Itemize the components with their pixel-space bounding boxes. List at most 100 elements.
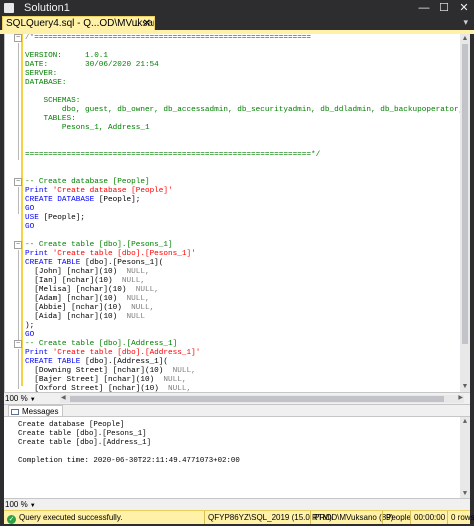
code-token: [Ian] [nchar]( (25, 277, 99, 285)
editor-zoom-select[interactable]: 100 % ▼ (5, 394, 36, 403)
code-token: [dbo].[Pesons_1]( (84, 259, 164, 267)
code-token: [Abbie] [nchar]( (25, 304, 109, 312)
code-token: [Oxford Street] [nchar]( (25, 385, 145, 392)
fold-toggle-icon[interactable]: − (14, 241, 22, 249)
fold-guide (18, 349, 19, 389)
document-tab-strip: SQLQuery4.sql - Q...OD\MVuksano (89))* ⊥… (0, 16, 474, 30)
row-count: 0 rows (447, 511, 474, 524)
code-line[interactable]: [Abbie] [nchar](10) NULL, (25, 304, 154, 313)
code-line[interactable]: dbo, guest, db_owner, db_accessadmin, db… (25, 106, 461, 115)
code-token: /* (25, 34, 35, 42)
code-token: ) (112, 313, 127, 321)
code-token: CREATE TABLE (25, 259, 85, 267)
fold-guide (18, 43, 19, 160)
code-token: NULL, (126, 268, 150, 276)
code-line[interactable]: [Ian] [nchar](10) NULL, (25, 277, 145, 286)
code-token: ) (154, 385, 169, 392)
code-token: ========================================… (34, 34, 312, 42)
code-line[interactable]: Pesons_1, Address_1 (25, 124, 150, 133)
code-line[interactable]: DATABASE: (25, 79, 67, 88)
code-token: ) (149, 376, 164, 384)
code-line[interactable]: /*======================================… (25, 34, 311, 43)
code-line[interactable]: [Bajer Street] [nchar](10) NULL, (25, 376, 186, 385)
query-status-bar: ✓ Query executed successfully. QFYP86YZ\S… (4, 510, 474, 524)
code-line[interactable]: CREATE TABLE [dbo].[Address_1]( (25, 358, 168, 367)
code-token: NULL, (168, 385, 192, 392)
code-token: SCHEMAS: (25, 97, 81, 105)
scroll-left-icon[interactable]: ◀ (61, 394, 66, 401)
code-token: ) (108, 277, 122, 285)
code-line[interactable]: ); (25, 322, 34, 331)
editor-gutter: − − − − (5, 34, 23, 392)
scroll-right-icon[interactable]: ▶ (458, 394, 463, 401)
fold-guide (18, 250, 19, 340)
scroll-down-icon[interactable]: ▼ (460, 382, 470, 392)
tab-overflow-chevron-icon[interactable]: ▾ (463, 17, 468, 28)
maximize-button[interactable]: ☐ (434, 0, 454, 16)
code-token: -- Create table [dbo].[Pesons_1] (25, 241, 173, 249)
code-token: 10 (103, 268, 113, 276)
code-token: GO (25, 331, 35, 339)
fold-toggle-icon[interactable]: − (14, 178, 22, 186)
code-token: [Aida] [nchar]( (25, 313, 104, 321)
scroll-up-icon[interactable]: ▲ (460, 34, 470, 44)
code-token: 10 (140, 376, 150, 384)
fold-toggle-icon[interactable]: − (14, 340, 22, 348)
code-token: 10 (108, 304, 118, 312)
scroll-thumb[interactable] (462, 44, 468, 344)
code-token: 10 (149, 367, 159, 375)
code-line[interactable]: [Melisa] [nchar](10) NULL, (25, 286, 159, 295)
editor-vertical-scrollbar[interactable]: ▲ ▼ (460, 34, 470, 392)
code-token: ); (25, 322, 35, 330)
code-line[interactable]: SCHEMAS: (25, 97, 80, 106)
code-token: ) (112, 268, 127, 276)
query-editor[interactable]: − − − − /*==============================… (4, 34, 470, 392)
code-line[interactable]: SERVER: (25, 70, 57, 79)
close-window-button[interactable]: ✕ (454, 0, 474, 16)
code-line[interactable]: GO (25, 223, 34, 232)
code-line[interactable]: GO (25, 331, 34, 340)
code-line[interactable]: TABLES: (25, 115, 75, 124)
status-message: Query executed successfully. (19, 513, 123, 522)
code-line[interactable]: DATE: 30/06/2020 21:54 (25, 61, 159, 70)
code-line[interactable]: [Downing Street] [nchar](10) NULL, (25, 367, 196, 376)
code-token: [People]; (43, 214, 85, 222)
code-token: ) (121, 286, 136, 294)
code-line[interactable]: Print 'Create table [dbo].[Pesons_1]' (25, 250, 196, 259)
code-line[interactable]: USE [People]; (25, 214, 85, 223)
code-line[interactable]: [John] [nchar](10) NULL, (25, 268, 150, 277)
pin-icon[interactable]: ⊥ (132, 17, 140, 30)
success-check-icon: ✓ (7, 515, 16, 524)
messages-status-strip: 100 % ▼ (4, 498, 470, 510)
editor-horizontal-scrollbar[interactable]: ◀ ▶ (60, 395, 464, 403)
code-line[interactable]: [Aida] [nchar](10) NULL (25, 313, 145, 322)
code-line[interactable]: GO (25, 205, 34, 214)
code-line[interactable]: VERSION: 1.0.1 (25, 52, 108, 61)
messages-vertical-scrollbar[interactable]: ▲ ▼ (460, 417, 470, 499)
scroll-thumb[interactable] (70, 396, 444, 402)
minimize-button[interactable]: — (414, 0, 434, 16)
code-token: -- Create table [dbo].[Address_1] (25, 340, 178, 348)
code-token: DATABASE: (25, 79, 67, 87)
code-line[interactable]: ========================================… (25, 151, 320, 160)
code-line[interactable]: Print 'Create database [People]' (25, 187, 173, 196)
code-token: [Adam] [nchar]( (25, 295, 104, 303)
tab-messages-label: Messages (22, 407, 59, 416)
scroll-up-icon[interactable]: ▲ (460, 417, 470, 427)
fold-toggle-icon[interactable]: − (14, 34, 22, 42)
tab-sqlquery4[interactable]: SQLQuery4.sql - Q...OD\MVuksano (89))* ⊥… (2, 16, 155, 30)
messages-pane[interactable]: Create database [People] Create table [db… (4, 416, 470, 499)
code-line[interactable]: [Oxford Street] [nchar](10) NULL, (25, 385, 191, 392)
tab-close-icon[interactable]: ✕ (143, 17, 151, 30)
code-line[interactable]: Print 'Create table [dbo].[Address_1]' (25, 349, 200, 358)
sql-code-area[interactable]: /*======================================… (25, 34, 461, 392)
code-token: Print (25, 250, 53, 258)
code-line[interactable]: [Adam] [nchar](10) NULL, (25, 295, 149, 304)
code-line[interactable]: -- Create table [dbo].[Pesons_1] (25, 241, 173, 250)
code-line[interactable]: -- Create database [People] (25, 178, 150, 187)
messages-zoom-select[interactable]: 100 % ▼ (5, 500, 36, 509)
code-line[interactable]: CREATE DATABASE [People]; (25, 196, 140, 205)
code-token: SERVER: (25, 70, 58, 78)
code-line[interactable]: -- Create table [dbo].[Address_1] (25, 340, 177, 349)
code-line[interactable]: CREATE TABLE [dbo].[Pesons_1]( (25, 259, 163, 268)
